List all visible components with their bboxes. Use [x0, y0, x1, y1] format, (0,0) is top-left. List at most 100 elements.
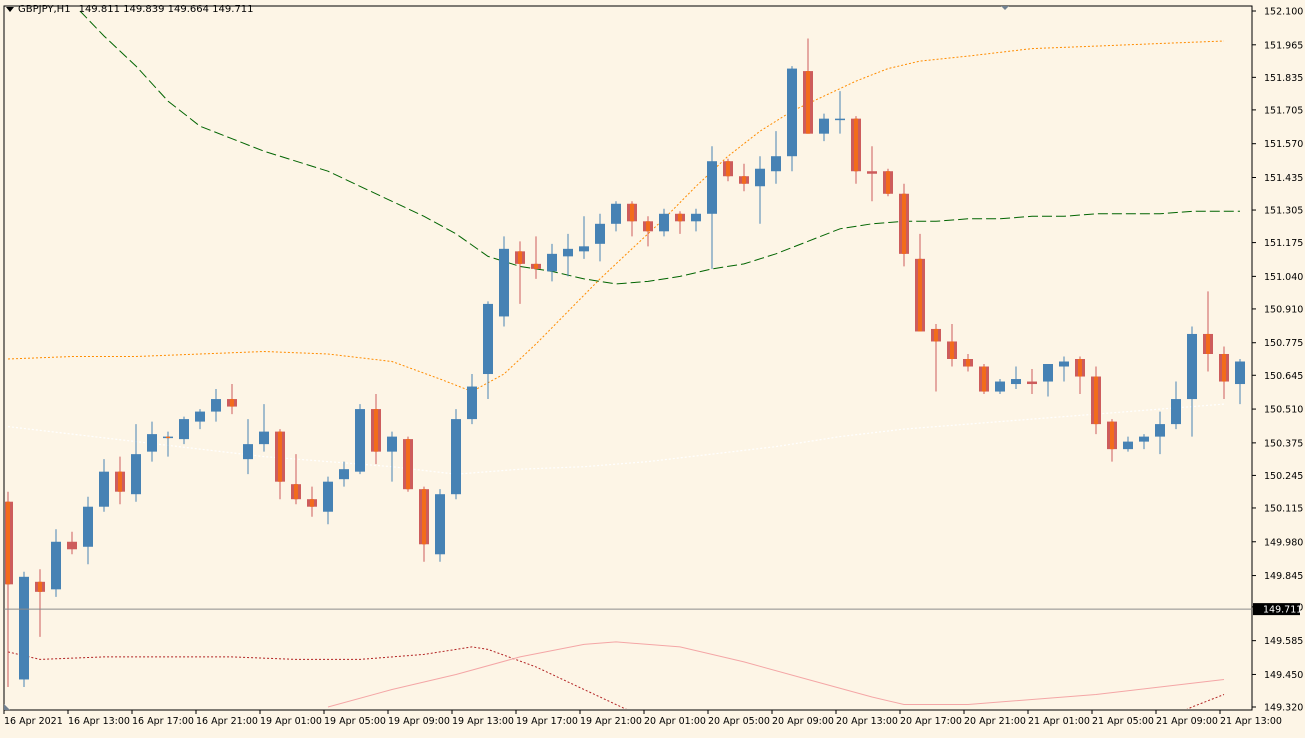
- corner-marker-icon: [4, 704, 10, 710]
- candle-body[interactable]: [19, 576, 29, 680]
- y-tick-label: 149.585: [1264, 636, 1303, 647]
- candle-body[interactable]: [771, 156, 781, 172]
- candle-body[interactable]: [1043, 364, 1053, 382]
- candle-body[interactable]: [323, 481, 333, 512]
- x-tick-label: 16 Apr 2021: [4, 716, 63, 727]
- candle-signal-stripe: [1222, 353, 1226, 382]
- candle-signal-stripe: [854, 118, 858, 172]
- candle-body[interactable]: [1187, 333, 1197, 400]
- candle-body[interactable]: [211, 399, 221, 412]
- candle-signal-stripe: [726, 161, 730, 177]
- candle-body[interactable]: [435, 494, 445, 555]
- candle-body[interactable]: [387, 436, 397, 452]
- y-tick-label: 151.175: [1264, 238, 1303, 249]
- candle-body[interactable]: [1155, 424, 1165, 437]
- y-tick-label: 151.305: [1264, 206, 1303, 217]
- candle-body[interactable]: [355, 409, 365, 472]
- price-chart[interactable]: 152.100 151.965 151.835 151.705 151.570 151.4…: [0, 0, 1305, 734]
- y-tick-label: 151.040: [1264, 272, 1303, 283]
- candle-signal-stripe: [278, 431, 282, 482]
- candle-body[interactable]: [819, 118, 829, 134]
- x-tick-label: 20 Apr 13:00: [836, 716, 898, 727]
- indicator-line-1: [79, 10, 1240, 285]
- candle-body[interactable]: [1235, 361, 1245, 385]
- chart-frame: 152.100 151.965 151.835 151.705 151.570 151.4…: [0, 0, 1305, 734]
- y-tick-label: 151.835: [1264, 73, 1303, 84]
- shift-marker-icon[interactable]: [1001, 6, 1009, 10]
- x-tick-label: 21 Apr 05:00: [1092, 716, 1154, 727]
- y-tick-label: 151.435: [1264, 173, 1303, 184]
- candle-body[interactable]: [99, 471, 109, 507]
- candle-body[interactable]: [659, 213, 669, 232]
- candle-body[interactable]: [1011, 379, 1021, 385]
- symbol-title: GBPJPY,H1: [18, 4, 71, 15]
- candle-body[interactable]: [1123, 441, 1133, 450]
- candle-body[interactable]: [179, 419, 189, 440]
- x-tick-label: 20 Apr 05:00: [708, 716, 770, 727]
- ohlc-values: 149.811 149.839 149.664 149.711: [78, 4, 254, 15]
- candle-body[interactable]: [595, 223, 605, 244]
- candle-body[interactable]: [787, 68, 797, 157]
- y-tick-label: 150.115: [1264, 503, 1303, 514]
- candle-body[interactable]: [1059, 361, 1069, 367]
- candle-signal-stripe: [742, 176, 746, 184]
- candle-body[interactable]: [835, 118, 845, 121]
- candle-signal-stripe: [646, 221, 650, 232]
- y-tick-label: 150.245: [1264, 471, 1303, 482]
- candle-body[interactable]: [691, 213, 701, 222]
- candle-body[interactable]: [707, 161, 717, 214]
- x-tick-label: 19 Apr 13:00: [452, 716, 514, 727]
- candle-signal-stripe: [518, 251, 522, 264]
- candle-body[interactable]: [1027, 381, 1037, 385]
- x-tick-label: 21 Apr 01:00: [1028, 716, 1090, 727]
- candle-body[interactable]: [499, 248, 509, 317]
- y-tick-label: 150.375: [1264, 438, 1303, 449]
- candle-body[interactable]: [755, 168, 765, 187]
- y-tick-label: 150.910: [1264, 304, 1303, 315]
- candle-body[interactable]: [195, 411, 205, 422]
- candle-body[interactable]: [259, 431, 269, 445]
- dropdown-triangle-icon[interactable]: [6, 7, 14, 12]
- y-tick-label: 151.570: [1264, 139, 1303, 150]
- candle-body[interactable]: [451, 419, 461, 495]
- candle-body[interactable]: [1171, 399, 1181, 425]
- candle-body[interactable]: [467, 386, 477, 420]
- candle-signal-stripe: [966, 359, 970, 367]
- candle-signal-stripe: [950, 341, 954, 359]
- x-tick-label: 16 Apr 13:00: [68, 716, 130, 727]
- candle-body[interactable]: [547, 253, 557, 272]
- candle-body[interactable]: [1139, 436, 1149, 442]
- indicator-line-6: [1186, 694, 1225, 709]
- candle-signal-stripe: [310, 499, 314, 507]
- candle-body[interactable]: [131, 454, 141, 495]
- indicator-line-5: [327, 641, 1225, 708]
- y-tick-label: 150.510: [1264, 405, 1303, 416]
- candle-body[interactable]: [579, 246, 589, 252]
- candle-signal-stripe: [630, 203, 634, 222]
- candle-signal-stripe: [1110, 421, 1114, 450]
- candle-signal-stripe: [294, 484, 298, 500]
- plot-area: [5, 10, 1245, 709]
- candle-body[interactable]: [867, 171, 877, 174]
- x-tick-label: 16 Apr 21:00: [196, 716, 258, 727]
- candle-signal-stripe: [1094, 376, 1098, 425]
- indicator-line-3: [7, 403, 1225, 475]
- candle-signal-stripe: [118, 471, 122, 492]
- candle-signal-stripe: [422, 489, 426, 545]
- candle-body[interactable]: [995, 381, 1005, 392]
- y-tick-label: 151.965: [1264, 40, 1303, 51]
- y-tick-label: 149.320: [1264, 703, 1303, 714]
- candle-signal-stripe: [918, 258, 922, 332]
- candle-signal-stripe: [1078, 359, 1082, 377]
- candle-signal-stripe: [406, 439, 410, 490]
- candle-body[interactable]: [611, 203, 621, 224]
- candle-body[interactable]: [563, 248, 573, 257]
- candle-body[interactable]: [67, 541, 77, 550]
- candle-body[interactable]: [51, 541, 61, 590]
- candle-signal-stripe: [678, 213, 682, 222]
- candle-body[interactable]: [83, 506, 93, 547]
- candle-body[interactable]: [483, 303, 493, 375]
- candle-body[interactable]: [147, 434, 157, 452]
- candle-body[interactable]: [339, 469, 349, 480]
- candle-body[interactable]: [243, 444, 253, 460]
